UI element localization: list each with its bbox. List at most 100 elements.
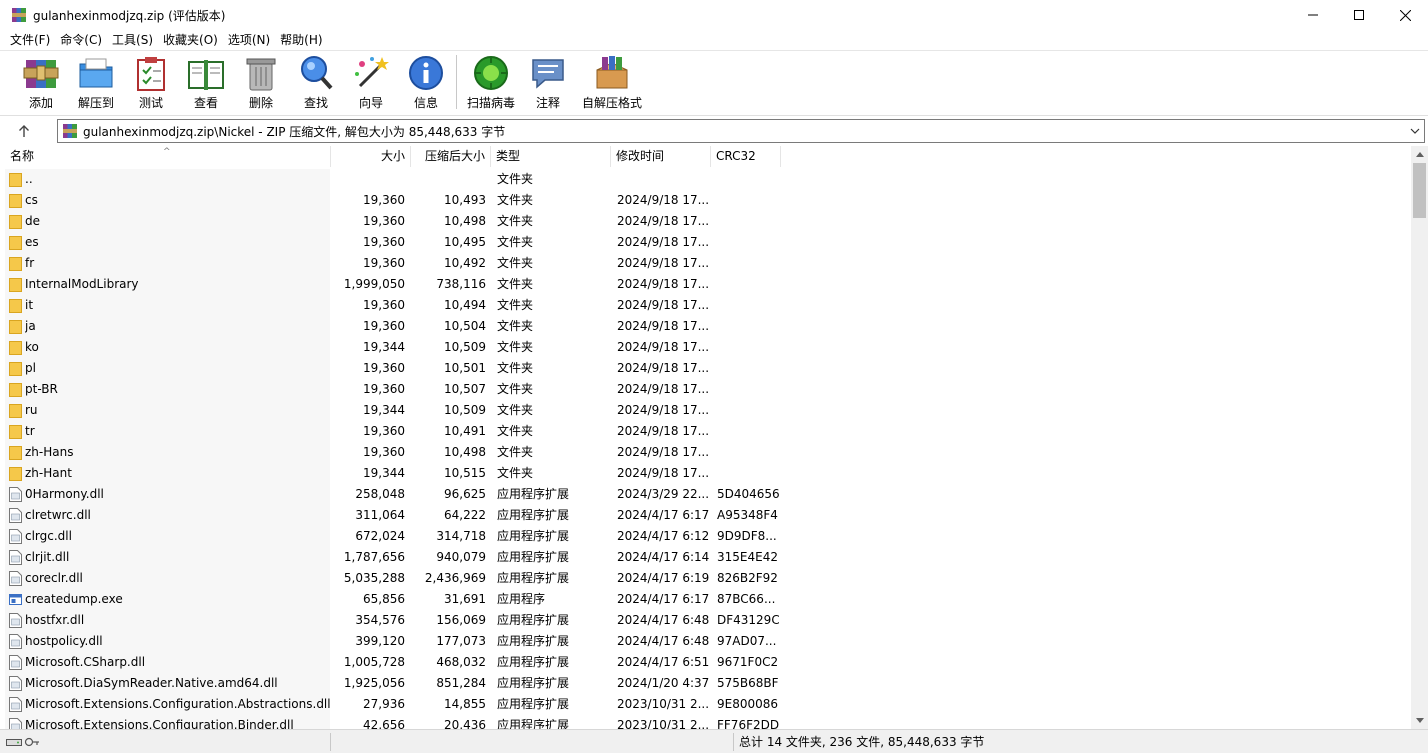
column-header-modified[interactable]: 修改时间 — [611, 146, 711, 167]
file-row[interactable]: es 19,360 10,495 文件夹 2024/9/18 17... — [5, 232, 1411, 253]
file-row[interactable]: zh-Hans 19,360 10,498 文件夹 2024/9/18 17... — [5, 442, 1411, 463]
sfx-button[interactable]: 自解压格式 — [582, 54, 642, 112]
file-size: 1,005,728 — [343, 655, 405, 669]
file-row[interactable]: tr 19,360 10,491 文件夹 2024/9/18 17... — [5, 421, 1411, 442]
file-size: 19,344 — [363, 403, 405, 417]
file-row[interactable]: InternalModLibrary 1,999,050 738,116 文件夹 202… — [5, 274, 1411, 295]
file-crc — [717, 169, 779, 190]
file-packed-size: 20,436 — [444, 718, 486, 729]
file-row[interactable]: clretwrc.dll 311,064 64,222 应用程序扩展 2024/4/17… — [5, 505, 1411, 526]
menu-tools[interactable]: 工具(S) — [107, 30, 158, 50]
file-crc — [717, 295, 779, 316]
menu-help[interactable]: 帮助(H) — [275, 30, 327, 50]
file-row[interactable]: clrjit.dll 1,787,656 940,079 应用程序扩展 2024/4/1… — [5, 547, 1411, 568]
scroll-down-button[interactable] — [1411, 712, 1428, 729]
file-size: 19,360 — [363, 235, 405, 249]
file-modified: 2024/9/18 17... — [617, 277, 709, 291]
up-folder-button[interactable] — [13, 121, 35, 141]
file-row[interactable]: hostfxr.dll 354,576 156,069 应用程序扩展 2024/4/17… — [5, 610, 1411, 631]
file-row[interactable]: de 19,360 10,498 文件夹 2024/9/18 17... — [5, 211, 1411, 232]
file-row[interactable]: coreclr.dll 5,035,288 2,436,969 应用程序扩展 2024/… — [5, 568, 1411, 589]
status-summary: 总计 14 文件夹, 236 文件, 85,448,633 字节 — [739, 735, 985, 749]
file-row[interactable]: ko 19,344 10,509 文件夹 2024/9/18 17... — [5, 337, 1411, 358]
file-row[interactable]: ja 19,360 10,504 文件夹 2024/9/18 17... — [5, 316, 1411, 337]
file-crc — [717, 400, 779, 421]
virus-scan-button[interactable]: 扫描病毒 — [463, 54, 519, 112]
scroll-up-icon — [1415, 152, 1424, 157]
column-header-type[interactable]: 类型 — [491, 146, 611, 167]
test-button[interactable]: 测试 — [123, 54, 179, 112]
file-row[interactable]: pl 19,360 10,501 文件夹 2024/9/18 17... — [5, 358, 1411, 379]
column-header-crc[interactable]: CRC32 — [711, 146, 781, 167]
menu-commands[interactable]: 命令(C) — [55, 30, 107, 50]
file-name: Microsoft.Extensions.Configuration.Binde… — [25, 718, 294, 729]
info-label: 信息 — [413, 96, 438, 110]
archive-icon — [63, 124, 77, 138]
scroll-up-button[interactable] — [1411, 146, 1428, 163]
file-row[interactable]: it 19,360 10,494 文件夹 2024/9/18 17... — [5, 295, 1411, 316]
file-modified: 2024/4/17 6:17 — [617, 592, 709, 606]
comment-icon — [532, 59, 564, 89]
file-row[interactable]: Microsoft.CSharp.dll 1,005,728 468,032 应用程序… — [5, 652, 1411, 673]
folder-icon — [9, 425, 22, 439]
file-crc: 9671F0C2 — [717, 655, 779, 669]
folder-icon — [9, 404, 22, 418]
folder-icon — [9, 194, 22, 208]
file-row[interactable]: Microsoft.Extensions.Configuration.Binde… — [5, 715, 1411, 729]
file-row[interactable]: 0Harmony.dll 258,048 96,625 应用程序扩展 2024/3/29… — [5, 484, 1411, 505]
file-row[interactable]: Microsoft.DiaSymReader.Native.amd64.dll 1… — [5, 673, 1411, 694]
file-packed-size: 96,625 — [444, 487, 486, 501]
view-button[interactable]: 查看 — [178, 54, 234, 112]
info-button[interactable]: 信息 — [398, 54, 454, 112]
file-name: .. — [25, 172, 33, 186]
scroll-thumb[interactable] — [1413, 163, 1426, 218]
column-header-name[interactable]: 名称 ^ — [5, 146, 331, 167]
folder-icon — [9, 383, 22, 397]
file-rows: .. 文件夹 cs 19,360 10,493 文件夹 2024/9/18 17... de 1… — [5, 169, 1411, 729]
column-header-size[interactable]: 大小 — [331, 146, 411, 167]
file-type: 应用程序扩展 — [497, 655, 570, 669]
file-row[interactable]: .. 文件夹 — [5, 169, 1411, 190]
menu-favorites[interactable]: 收藏夹(O) — [158, 30, 223, 50]
menu-bar: 文件(F) 命令(C) 工具(S) 收藏夹(O) 选项(N) 帮助(H) — [0, 30, 1428, 50]
column-header-packed[interactable]: 压缩后大小 — [411, 146, 491, 167]
maximize-button[interactable] — [1336, 0, 1382, 30]
minimize-button[interactable] — [1290, 0, 1336, 30]
file-modified: 2024/9/18 17... — [617, 256, 709, 270]
file-row[interactable]: zh-Hant 19,344 10,515 文件夹 2024/9/18 17... — [5, 463, 1411, 484]
address-dropdown-button[interactable] — [1408, 124, 1422, 138]
comment-button[interactable]: 注释 — [520, 54, 576, 112]
dll-file-icon — [9, 697, 22, 712]
delete-button[interactable]: 删除 — [233, 54, 289, 112]
file-row[interactable]: Microsoft.Extensions.Configuration.Abstr… — [5, 694, 1411, 715]
address-bar[interactable]: gulanhexinmodjzq.zip\Nickel - ZIP 压缩文件, … — [57, 119, 1425, 143]
wizard-button[interactable]: 向导 — [343, 54, 399, 112]
file-modified: 2024/4/17 6:12 — [617, 529, 709, 543]
file-name: InternalModLibrary — [25, 277, 139, 291]
find-button[interactable]: 查找 — [288, 54, 344, 112]
add-button[interactable]: 添加 — [13, 54, 69, 112]
close-button[interactable] — [1382, 0, 1428, 30]
file-row[interactable]: createdump.exe 65,856 31,691 应用程序 2024/4/17 … — [5, 589, 1411, 610]
file-size: 5,035,288 — [343, 571, 405, 585]
menu-file[interactable]: 文件(F) — [5, 30, 55, 50]
file-row[interactable]: fr 19,360 10,492 文件夹 2024/9/18 17... — [5, 253, 1411, 274]
file-name: hostpolicy.dll — [25, 634, 103, 648]
file-row[interactable]: cs 19,360 10,493 文件夹 2024/9/18 17... — [5, 190, 1411, 211]
menu-options[interactable]: 选项(N) — [223, 30, 275, 50]
file-row[interactable]: clrgc.dll 672,024 314,718 应用程序扩展 2024/4/17 6… — [5, 526, 1411, 547]
file-modified: 2024/9/18 17... — [617, 403, 709, 417]
file-row[interactable]: pt-BR 19,360 10,507 文件夹 2024/9/18 17... — [5, 379, 1411, 400]
file-name: ko — [25, 340, 39, 354]
file-size: 1,999,050 — [343, 277, 405, 291]
file-row[interactable]: hostpolicy.dll 399,120 177,073 应用程序扩展 2024/4… — [5, 631, 1411, 652]
vertical-scrollbar[interactable] — [1411, 146, 1428, 729]
file-type: 应用程序扩展 — [497, 508, 570, 522]
file-size: 19,360 — [363, 193, 405, 207]
file-row[interactable]: ru 19,344 10,509 文件夹 2024/9/18 17... — [5, 400, 1411, 421]
extract-to-button[interactable]: 解压到 — [68, 54, 124, 112]
dll-file-icon — [9, 508, 22, 523]
file-packed-size: 10,492 — [444, 256, 486, 270]
file-name: createdump.exe — [25, 592, 123, 606]
virus-scan-label: 扫描病毒 — [466, 96, 515, 110]
